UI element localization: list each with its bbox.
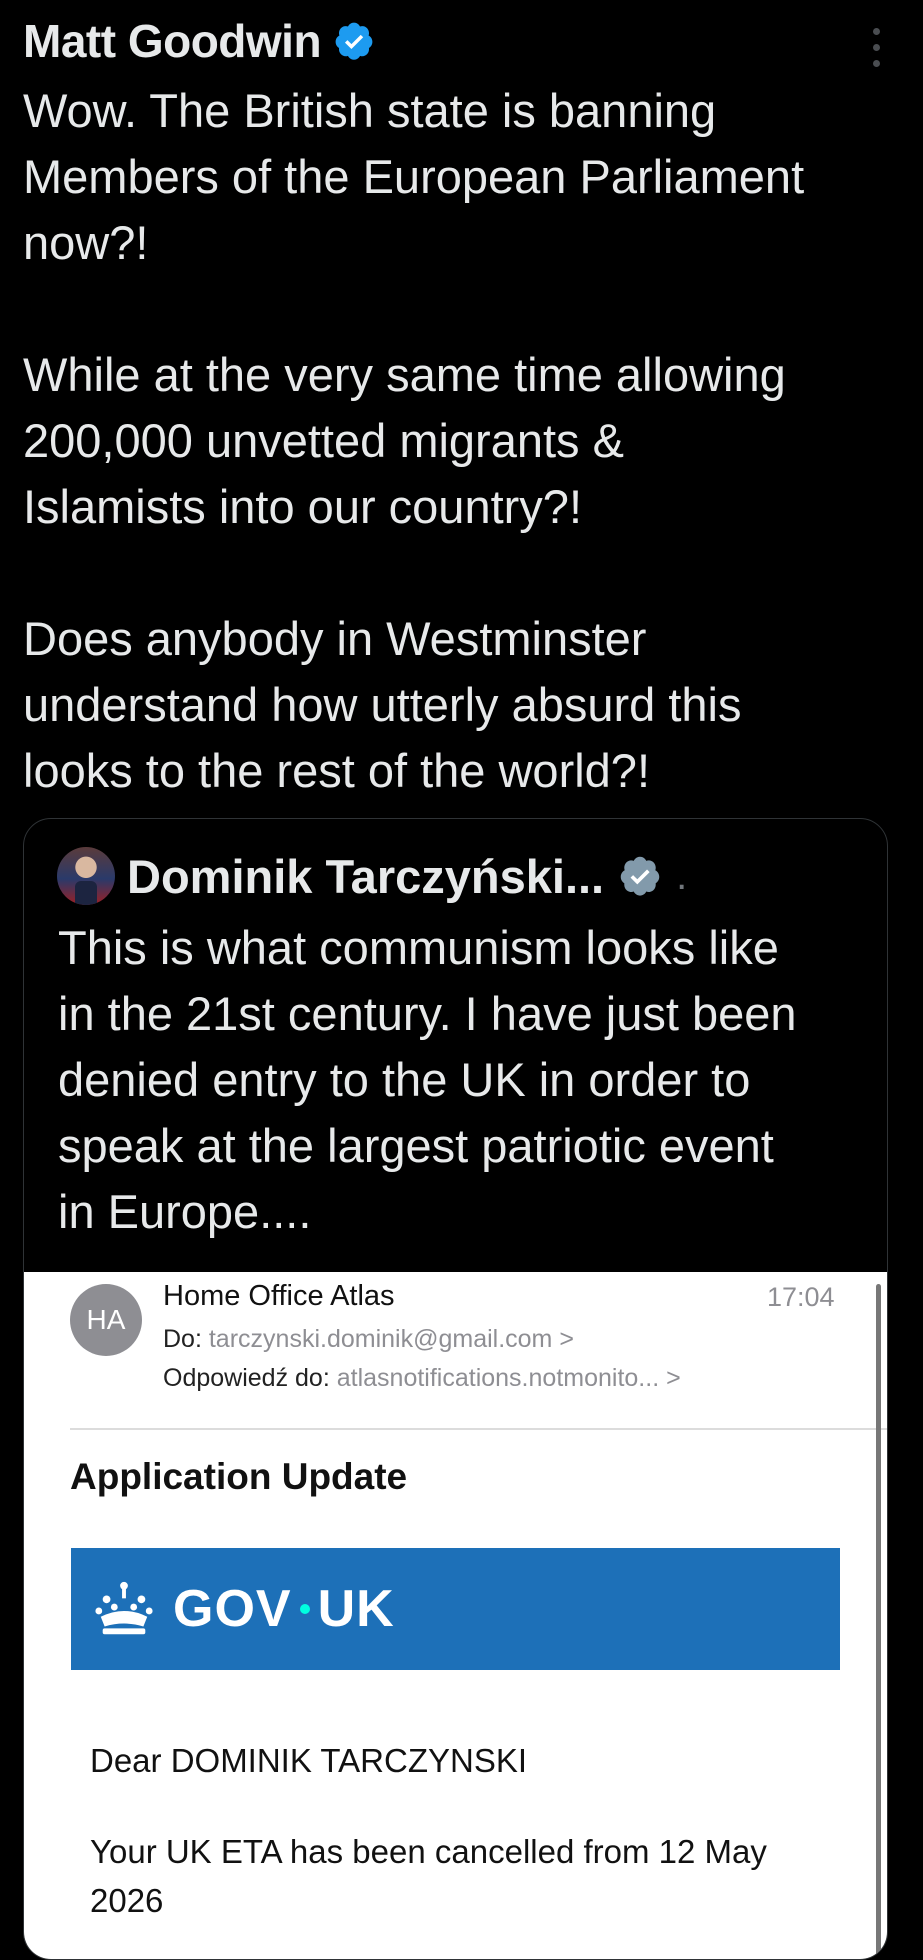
verified-badge-icon <box>620 856 660 896</box>
scrollbar[interactable] <box>876 1284 881 1959</box>
gov-uk-banner: GOV UK <box>71 1548 840 1670</box>
separator-dot: . <box>676 853 688 898</box>
chevron-right-icon: > <box>559 1325 574 1353</box>
tweet-text: Wow. The British state is banning Member… <box>23 84 805 797</box>
reply-address: atlasnotifications.notmonito... <box>336 1364 660 1392</box>
email-body: Your UK ETA has been cancelled from 12 M… <box>90 1833 767 1919</box>
email-time: 17:04 <box>767 1282 835 1312</box>
email-reply-line: Odpowiedź do: atlasnotifications.notmoni… <box>163 1364 681 1393</box>
gov-uk-logo: GOV UK <box>173 1580 395 1638</box>
divider <box>70 1428 887 1430</box>
author-name[interactable]: Matt Goodwin <box>23 14 322 68</box>
avatar[interactable] <box>57 847 115 905</box>
email-subject: Application Update <box>70 1456 408 1497</box>
to-address: tarczynski.dominik@gmail.com <box>208 1325 553 1353</box>
quote-author-name[interactable]: Dominik Tarczyński... <box>127 849 604 904</box>
quoted-tweet-card[interactable]: Dominik Tarczyński... . This is what com… <box>23 818 888 1960</box>
chevron-right-icon: > <box>666 1364 681 1392</box>
quote-header: Dominik Tarczyński... . <box>57 847 687 905</box>
verified-badge-icon <box>335 22 373 60</box>
reply-label: Odpowiedź do: <box>163 1364 330 1392</box>
email-screenshot-image[interactable]: HA Home Office Atlas 17:04 Do: tarczynsk… <box>24 1272 887 1959</box>
tweet-header: Matt Goodwin <box>23 14 375 68</box>
to-label: Do: <box>163 1325 202 1353</box>
quote-text: This is what communism looks like in the… <box>58 921 797 1238</box>
more-options-icon[interactable] <box>869 28 883 67</box>
crown-icon <box>95 1581 153 1635</box>
sender-avatar: HA <box>70 1284 142 1356</box>
email-to-line: Do: tarczynski.dominik@gmail.com > <box>163 1325 574 1354</box>
email-sender: Home Office Atlas <box>163 1280 395 1312</box>
email-greeting: Dear DOMINIK TARCZYNSKI <box>90 1742 528 1779</box>
